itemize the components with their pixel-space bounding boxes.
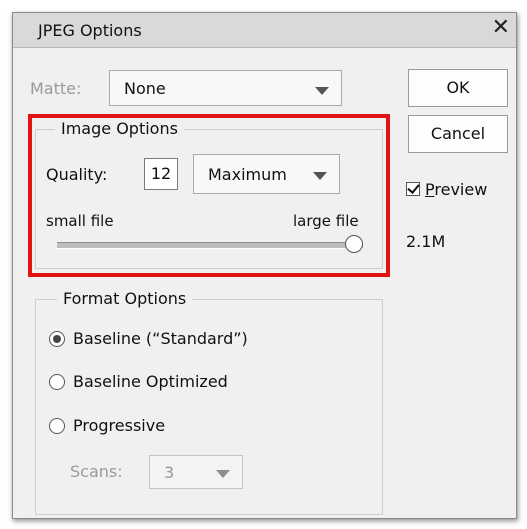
matte-value: None <box>124 79 166 98</box>
matte-dropdown[interactable]: None <box>109 70 342 106</box>
scans-label: Scans: <box>70 462 123 481</box>
highlight-box <box>28 114 390 277</box>
ok-button[interactable]: OK <box>408 69 508 107</box>
radio-baseline-optimized[interactable] <box>49 374 65 390</box>
radio-baseline-standard[interactable] <box>49 331 65 347</box>
file-size-readout: 2.1M <box>406 232 446 251</box>
window-title: JPEG Options <box>38 21 142 40</box>
radio-baseline-optimized-label[interactable]: Baseline Optimized <box>73 372 228 391</box>
radio-baseline-standard-label[interactable]: Baseline (“Standard”) <box>73 329 248 348</box>
radio-progressive[interactable] <box>49 418 65 434</box>
preview-label[interactable]: Preview <box>425 180 487 199</box>
jpeg-options-dialog: JPEG Options ✕ Matte: None OK Cancel Pre… <box>12 12 517 519</box>
matte-label: Matte: <box>30 79 82 98</box>
scans-dropdown[interactable]: 3 <box>149 455 243 489</box>
preview-checkbox[interactable] <box>406 182 420 196</box>
scans-value: 3 <box>164 463 175 482</box>
cancel-button[interactable]: Cancel <box>408 115 508 153</box>
title-bar[interactable]: JPEG Options ✕ <box>13 13 516 48</box>
format-options-title: Format Options <box>57 289 193 308</box>
close-icon[interactable]: ✕ <box>492 15 510 40</box>
chevron-down-icon <box>216 470 230 478</box>
chevron-down-icon <box>315 87 329 95</box>
radio-progressive-label[interactable]: Progressive <box>73 416 165 435</box>
